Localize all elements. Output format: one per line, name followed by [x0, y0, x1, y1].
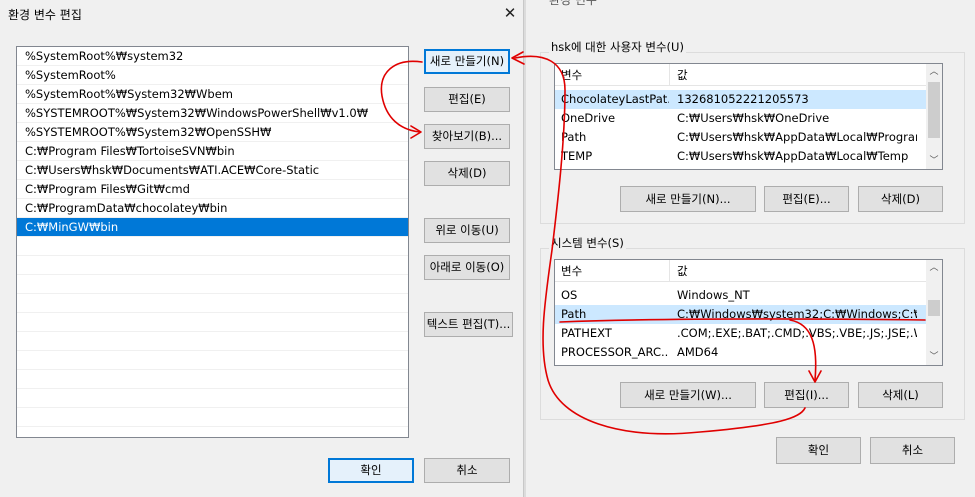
browse-button[interactable]: 찾아보기(B)... [424, 124, 510, 149]
move-down-button[interactable]: 아래로 이동(O) [424, 255, 510, 280]
user-vars-label: hsk에 대한 사용자 변수(U) [549, 39, 686, 55]
system-edit-button[interactable]: 편집(I)... [764, 382, 849, 408]
ok-button[interactable]: 확인 [328, 458, 414, 483]
dialog-border [523, 0, 526, 497]
system-delete-button[interactable]: 삭제(L) [858, 382, 943, 408]
list-item-selected[interactable]: C:₩MinGW₩bin [17, 218, 408, 237]
env-vars-dialog: 환경 변수 hsk에 대한 사용자 변수(U) 변수 값 ChocolateyL… [527, 0, 975, 497]
dialog-title: 환경 변수 편집 [8, 8, 82, 22]
empty-row[interactable] [17, 332, 408, 351]
edit-button[interactable]: 편집(E) [424, 87, 510, 112]
dialog-title: 환경 변수 [549, 0, 597, 7]
var-value: C:₩Windows₩system32;C:₩Windows;C:₩... [677, 307, 917, 321]
var-value: 132681052221205573 [677, 92, 809, 106]
system-vars-table[interactable]: 변수 값 OS Windows_NT Path C:₩Windows₩system3… [554, 259, 943, 366]
list-item[interactable]: %SYSTEMROOT%₩System32₩WindowsPowerShell₩… [17, 104, 408, 123]
var-name: PATHEXT [561, 326, 612, 340]
scroll-down-icon[interactable]: ﹀ [926, 153, 942, 169]
var-name: ChocolateyLastPat... [561, 92, 669, 106]
empty-row[interactable] [17, 313, 408, 332]
table-row-selected[interactable]: Path C:₩Windows₩system32;C:₩Windows;C:₩..… [555, 305, 926, 324]
cancel-button[interactable]: 취소 [870, 437, 955, 464]
list-item[interactable]: %SystemRoot% [17, 66, 408, 85]
col-header-var: 변수 [561, 264, 583, 278]
user-vars-table[interactable]: 변수 값 ChocolateyLastPat... 132681052221205… [554, 63, 943, 170]
user-edit-button[interactable]: 편집(E)... [764, 186, 849, 212]
col-header-val: 값 [677, 68, 688, 82]
table-header: 변수 값 [555, 64, 926, 86]
scroll-thumb[interactable] [928, 300, 940, 316]
var-value: Windows_NT [677, 288, 750, 302]
path-list[interactable]: %SystemRoot%₩system32 %SystemRoot% %Syst… [16, 46, 409, 438]
col-header-val: 값 [677, 264, 688, 278]
empty-row[interactable] [17, 389, 408, 408]
empty-row[interactable] [17, 275, 408, 294]
column-divider[interactable] [669, 260, 670, 282]
var-name: TEMP [561, 149, 593, 163]
empty-row[interactable] [17, 256, 408, 275]
user-new-button[interactable]: 새로 만들기(N)... [620, 186, 756, 212]
scroll-thumb[interactable] [928, 82, 940, 138]
table-row[interactable]: OneDrive C:₩Users₩hsk₩OneDrive [555, 109, 926, 128]
scrollbar[interactable]: ︿ ﹀ [926, 64, 942, 169]
table-row[interactable]: PROCESSOR_ARC... AMD64 [555, 343, 926, 362]
user-delete-button[interactable]: 삭제(D) [858, 186, 943, 212]
table-row[interactable]: ChocolateyLastPat... 132681052221205573 [555, 90, 926, 109]
scrollbar[interactable]: ︿ ﹀ [926, 260, 942, 365]
var-name: OneDrive [561, 111, 616, 125]
system-vars-label: 시스템 변수(S) [549, 235, 626, 251]
table-row[interactable]: OS Windows_NT [555, 286, 926, 305]
table-header: 변수 값 [555, 260, 926, 282]
list-item[interactable]: C:₩Users₩hsk₩Documents₩ATI.ACE₩Core-Stat… [17, 161, 408, 180]
list-item[interactable]: C:₩Program Files₩TortoiseSVN₩bin [17, 142, 408, 161]
var-name: OS [561, 288, 578, 302]
empty-row[interactable] [17, 294, 408, 313]
empty-row[interactable] [17, 370, 408, 389]
col-header-var: 변수 [561, 68, 583, 82]
table-row[interactable]: PATHEXT .COM;.EXE;.BAT;.CMD;.VBS;.VBE;.JS… [555, 324, 926, 343]
var-name: Path [561, 130, 587, 144]
system-new-button[interactable]: 새로 만들기(W)... [620, 382, 756, 408]
table-row[interactable]: TEMP C:₩Users₩hsk₩AppData₩Local₩Temp [555, 147, 926, 166]
empty-row[interactable] [17, 237, 408, 256]
list-item[interactable]: %SYSTEMROOT%₩System32₩OpenSSH₩ [17, 123, 408, 142]
cancel-button[interactable]: 취소 [424, 458, 510, 483]
var-name: Path [561, 307, 587, 321]
new-button[interactable]: 새로 만들기(N) [424, 49, 510, 74]
scroll-up-icon[interactable]: ︿ [926, 64, 942, 80]
column-divider[interactable] [669, 64, 670, 86]
var-value: C:₩Users₩hsk₩AppData₩Local₩Programs... [677, 130, 917, 144]
list-item[interactable]: C:₩ProgramData₩chocolatey₩bin [17, 199, 408, 218]
list-item[interactable]: %SystemRoot%₩system32 [17, 47, 408, 66]
list-item[interactable]: C:₩Program Files₩Git₩cmd [17, 180, 408, 199]
list-item[interactable]: %SystemRoot%₩System32₩Wbem [17, 85, 408, 104]
delete-button[interactable]: 삭제(D) [424, 161, 510, 186]
empty-row[interactable] [17, 351, 408, 370]
edit-text-button[interactable]: 텍스트 편집(T)... [424, 312, 513, 337]
move-up-button[interactable]: 위로 이동(U) [424, 218, 510, 243]
var-value: .COM;.EXE;.BAT;.CMD;.VBS;.VBE;.JS;.JSE;.… [677, 326, 917, 340]
empty-row[interactable] [17, 408, 408, 427]
scroll-up-icon[interactable]: ︿ [926, 260, 942, 276]
var-name: PROCESSOR_ARC... [561, 345, 669, 359]
close-icon[interactable]: ✕ [500, 2, 520, 24]
edit-env-var-dialog: 환경 변수 편집 ✕ %SystemRoot%₩system32 %System… [0, 0, 526, 497]
table-row[interactable]: Path C:₩Users₩hsk₩AppData₩Local₩Programs.… [555, 128, 926, 147]
var-value: C:₩Users₩hsk₩OneDrive [677, 111, 830, 125]
var-value: AMD64 [677, 345, 719, 359]
var-value: C:₩Users₩hsk₩AppData₩Local₩Temp [677, 149, 909, 163]
scroll-down-icon[interactable]: ﹀ [926, 349, 942, 365]
ok-button[interactable]: 확인 [776, 437, 861, 464]
